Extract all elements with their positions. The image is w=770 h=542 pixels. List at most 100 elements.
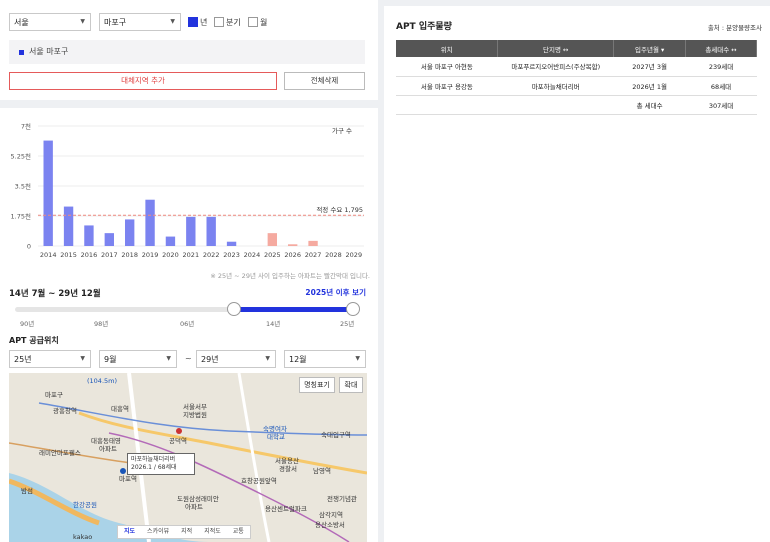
map-place-label: 아파트 xyxy=(185,503,203,511)
city-select-value: 서울 xyxy=(14,18,29,27)
apt-supply-table: 위치 단지명 ↔ 입주년월 ▾ 총세대수 ↔ 서울 마포구 아현동 마포푸르지오… xyxy=(396,40,757,115)
map-place-label: 효창공원앞역 xyxy=(241,477,277,485)
table-row[interactable]: 서울 마포구 아현동 마포푸르지오어반피스(주상복합) 2027년 3월 239… xyxy=(396,57,757,77)
map-place-label: 마포구 xyxy=(45,391,63,399)
map-tab[interactable]: 지도 xyxy=(118,526,141,538)
y-tick-label: 1.75천 xyxy=(11,212,31,221)
bar xyxy=(226,241,237,246)
cell-households: 68세대 xyxy=(685,76,757,96)
x-tick-label: 2027 xyxy=(305,251,322,259)
cell-location: 서울 마포구 아현동 xyxy=(396,57,498,77)
x-tick-label: 2025 xyxy=(264,251,281,259)
supply-map[interactable]: (104.5m) 마포구 서울서부 지방법원 공덕역 대흥역 광흥창역 대흥동태영 아파트 래미안… xyxy=(9,373,367,542)
map-type-tabs: 지도 스카이뷰 지적 지적도 교통 xyxy=(117,525,251,539)
month-checkbox[interactable] xyxy=(248,17,258,27)
map-place-label: 남영역 xyxy=(313,467,331,475)
map-place-label: 경찰서 xyxy=(279,465,297,473)
region-color-marker xyxy=(19,50,24,55)
bar xyxy=(145,199,155,246)
district-select[interactable]: 마포구 ▼ xyxy=(99,13,181,31)
cell-empty xyxy=(396,95,498,115)
end-year-select[interactable]: 29년 ▼ xyxy=(196,350,276,368)
map-place-label: 공덕역 xyxy=(169,437,187,445)
chart-note: ※ 25년 ~ 29년 사이 입주하는 아파트는 빨간막대 입니다. xyxy=(210,272,370,280)
selected-region-label: 서울 마포구 xyxy=(29,47,69,56)
x-tick-label: 2018 xyxy=(121,251,138,259)
x-tick-label: 2026 xyxy=(284,251,301,259)
end-month-select[interactable]: 12월 ▼ xyxy=(284,350,366,368)
quarter-checkbox-label: 분기 xyxy=(226,18,241,27)
map-place-label: 광흥창역 xyxy=(53,407,77,415)
x-tick-label: 2029 xyxy=(346,251,363,259)
bar xyxy=(84,225,94,246)
chevron-down-icon: ▼ xyxy=(355,355,360,362)
column-header-location[interactable]: 위치 xyxy=(396,40,499,57)
start-month-select[interactable]: 9월 ▼ xyxy=(99,350,177,368)
slider-tick: 14년 xyxy=(266,320,281,328)
map-place-label: 대학교 xyxy=(267,433,285,441)
map-place-label: 전쟁기념관 xyxy=(327,495,357,503)
table-row[interactable]: 서울 마포구 용강동 마포하늘채더리버 2026년 1월 68세대 xyxy=(396,76,757,96)
y-tick-label: 5.25천 xyxy=(11,152,31,161)
chevron-down-icon: ▼ xyxy=(80,18,85,25)
bar xyxy=(63,206,74,246)
delete-all-button[interactable]: 전체삭제 xyxy=(284,72,365,90)
cell-complex: 마포하늘채더리버 xyxy=(497,76,614,96)
show-names-button[interactable]: 명칭표기 xyxy=(299,377,335,393)
map-tab[interactable]: 지적도 xyxy=(198,526,227,538)
column-header-move-in[interactable]: 입주년월 ▾ xyxy=(613,40,687,57)
city-select[interactable]: 서울 ▼ xyxy=(9,13,91,31)
bar xyxy=(165,236,176,246)
period-slider-fill xyxy=(234,307,353,312)
bar xyxy=(308,240,318,246)
slider-start-handle[interactable] xyxy=(227,302,241,316)
cell-move-in: 2026년 1월 xyxy=(613,76,686,96)
apt-panel-source: 출처 : 분양물량조사 xyxy=(707,24,762,32)
cell-empty xyxy=(497,95,614,115)
map-place-label: 한강공원 xyxy=(73,501,97,509)
add-region-button[interactable]: 대체지역 추가 xyxy=(9,72,277,90)
apt-panel-title: APT 입주물량 xyxy=(396,22,452,32)
start-year-select[interactable]: 25년 ▼ xyxy=(9,350,91,368)
slider-tick: 25년 xyxy=(340,320,355,328)
end-month-value: 12월 xyxy=(289,355,307,364)
bar xyxy=(288,244,298,246)
cell-total-households: 307세대 xyxy=(685,95,757,115)
x-tick-label: 2014 xyxy=(40,251,57,259)
quarter-checkbox[interactable] xyxy=(214,17,224,27)
map-place-label: 밤섬 xyxy=(21,487,33,495)
map-tab[interactable]: 교통 xyxy=(227,526,250,538)
bar xyxy=(267,233,277,246)
map-place-label: 삼각지역 xyxy=(319,511,343,519)
range-separator: ~ xyxy=(185,354,192,363)
year-checkbox-label: 년 xyxy=(200,18,208,27)
map-place-label: 용산소방서 xyxy=(315,521,345,529)
table-total-row: 총 세대수 307세대 xyxy=(396,95,757,115)
chevron-down-icon: ▼ xyxy=(265,355,270,362)
y-tick-label: 7천 xyxy=(21,122,31,131)
map-tab[interactable]: 스카이뷰 xyxy=(141,526,175,538)
x-tick-label: 2024 xyxy=(244,251,261,259)
y-tick-label: 0 xyxy=(27,243,31,251)
column-header-complex[interactable]: 단지명 ↔ xyxy=(497,40,615,57)
x-tick-label: 2023 xyxy=(223,251,240,259)
map-place-label: 래미안마포웰스 xyxy=(39,449,81,457)
map-place-label: 숙대입구역 xyxy=(321,431,351,439)
slider-end-handle[interactable] xyxy=(346,302,360,316)
column-header-households[interactable]: 총세대수 ↔ xyxy=(685,40,757,57)
right-panel: APT 입주물량 출처 : 분양물량조사 위치 단지명 ↔ 입주년월 ▾ 총세대… xyxy=(384,6,770,542)
zoom-in-button[interactable]: 확대 xyxy=(339,377,363,393)
year-checkbox[interactable] xyxy=(188,17,198,27)
map-tab[interactable]: 지적 xyxy=(175,526,198,538)
reference-line-label: 적정 수요 1,795 xyxy=(316,205,363,214)
range-title: 14년 7월 ~ 29년 12월 xyxy=(9,289,101,299)
map-marker-popup[interactable]: 마포하늘채더리버 2026.1 / 68세대 xyxy=(127,453,195,475)
x-tick-label: 2015 xyxy=(60,251,77,259)
start-year-value: 25년 xyxy=(14,355,32,364)
after-2025-link[interactable]: 2025년 이후 보기 xyxy=(305,287,366,298)
cell-complex: 마포푸르지오어반피스(주상복합) xyxy=(497,57,614,77)
section-divider xyxy=(0,100,378,108)
map-place-label: kakao xyxy=(73,533,93,541)
start-month-value: 9월 xyxy=(104,355,117,364)
bar xyxy=(43,140,53,246)
